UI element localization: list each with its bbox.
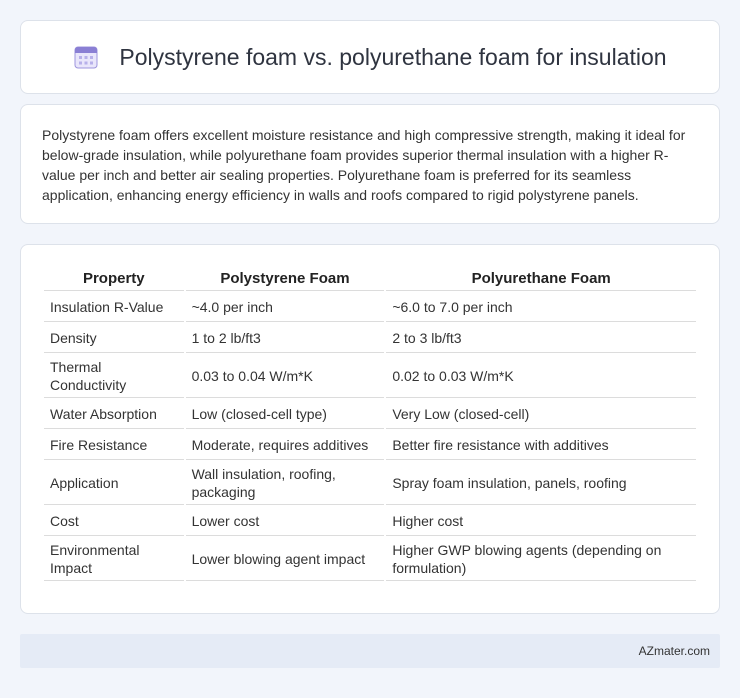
header-polystyrene: Polystyrene Foam [185, 267, 385, 291]
header-inner: Polystyrene foam vs. polyurethane foam f… [73, 43, 667, 71]
cell-polystyrene: ~4.0 per inch [185, 293, 385, 322]
header-property: Property [44, 267, 184, 291]
header-card: Polystyrene foam vs. polyurethane foam f… [20, 20, 720, 94]
cell-polyurethane: Higher GWP blowing agents (depending on … [386, 538, 696, 581]
table-row: Thermal Conductivity 0.03 to 0.04 W/m*K … [44, 355, 696, 398]
cell-property: Cost [44, 507, 184, 536]
table-row: Insulation R-Value ~4.0 per inch ~6.0 to… [44, 293, 696, 322]
cell-property: Thermal Conductivity [44, 355, 184, 398]
cell-property: Density [44, 324, 184, 353]
cell-property: Environmental Impact [44, 538, 184, 581]
cell-property: Application [44, 462, 184, 505]
table-row: Water Absorption Low (closed-cell type) … [44, 400, 696, 429]
cell-polystyrene: Lower cost [185, 507, 385, 536]
summary-text: Polystyrene foam offers excellent moistu… [42, 127, 686, 203]
cell-polyurethane: Higher cost [386, 507, 696, 536]
footer-bar: AZmater.com [20, 634, 720, 668]
table-row: Cost Lower cost Higher cost [44, 507, 696, 536]
cell-polystyrene: 1 to 2 lb/ft3 [185, 324, 385, 353]
summary-card: Polystyrene foam offers excellent moistu… [20, 104, 720, 224]
page-title: Polystyrene foam vs. polyurethane foam f… [119, 43, 667, 70]
table-card: Property Polystyrene Foam Polyurethane F… [20, 244, 720, 614]
table-row: Density 1 to 2 lb/ft3 2 to 3 lb/ft3 [44, 324, 696, 353]
cell-polystyrene: Low (closed-cell type) [185, 400, 385, 429]
cell-polystyrene: Moderate, requires additives [185, 431, 385, 460]
table-row: Environmental Impact Lower blowing agent… [44, 538, 696, 581]
comparison-table: Property Polystyrene Foam Polyurethane F… [42, 265, 698, 583]
cell-polyurethane: Better fire resistance with additives [386, 431, 696, 460]
cell-polyurethane: 0.02 to 0.03 W/m*K [386, 355, 696, 398]
cell-polystyrene: Lower blowing agent impact [185, 538, 385, 581]
cell-polystyrene: Wall insulation, roofing, packaging [185, 462, 385, 505]
calendar-icon [73, 44, 99, 70]
table-header-row: Property Polystyrene Foam Polyurethane F… [44, 267, 696, 291]
footer-source-text: AZmater.com [638, 644, 710, 658]
table-row: Application Wall insulation, roofing, pa… [44, 462, 696, 505]
cell-polyurethane: 2 to 3 lb/ft3 [386, 324, 696, 353]
cell-property: Fire Resistance [44, 431, 184, 460]
cell-polyurethane: ~6.0 to 7.0 per inch [386, 293, 696, 322]
cell-property: Insulation R-Value [44, 293, 184, 322]
cell-polystyrene: 0.03 to 0.04 W/m*K [185, 355, 385, 398]
table-row: Fire Resistance Moderate, requires addit… [44, 431, 696, 460]
cell-property: Water Absorption [44, 400, 184, 429]
cell-polyurethane: Spray foam insulation, panels, roofing [386, 462, 696, 505]
cell-polyurethane: Very Low (closed-cell) [386, 400, 696, 429]
header-polyurethane: Polyurethane Foam [386, 267, 696, 291]
